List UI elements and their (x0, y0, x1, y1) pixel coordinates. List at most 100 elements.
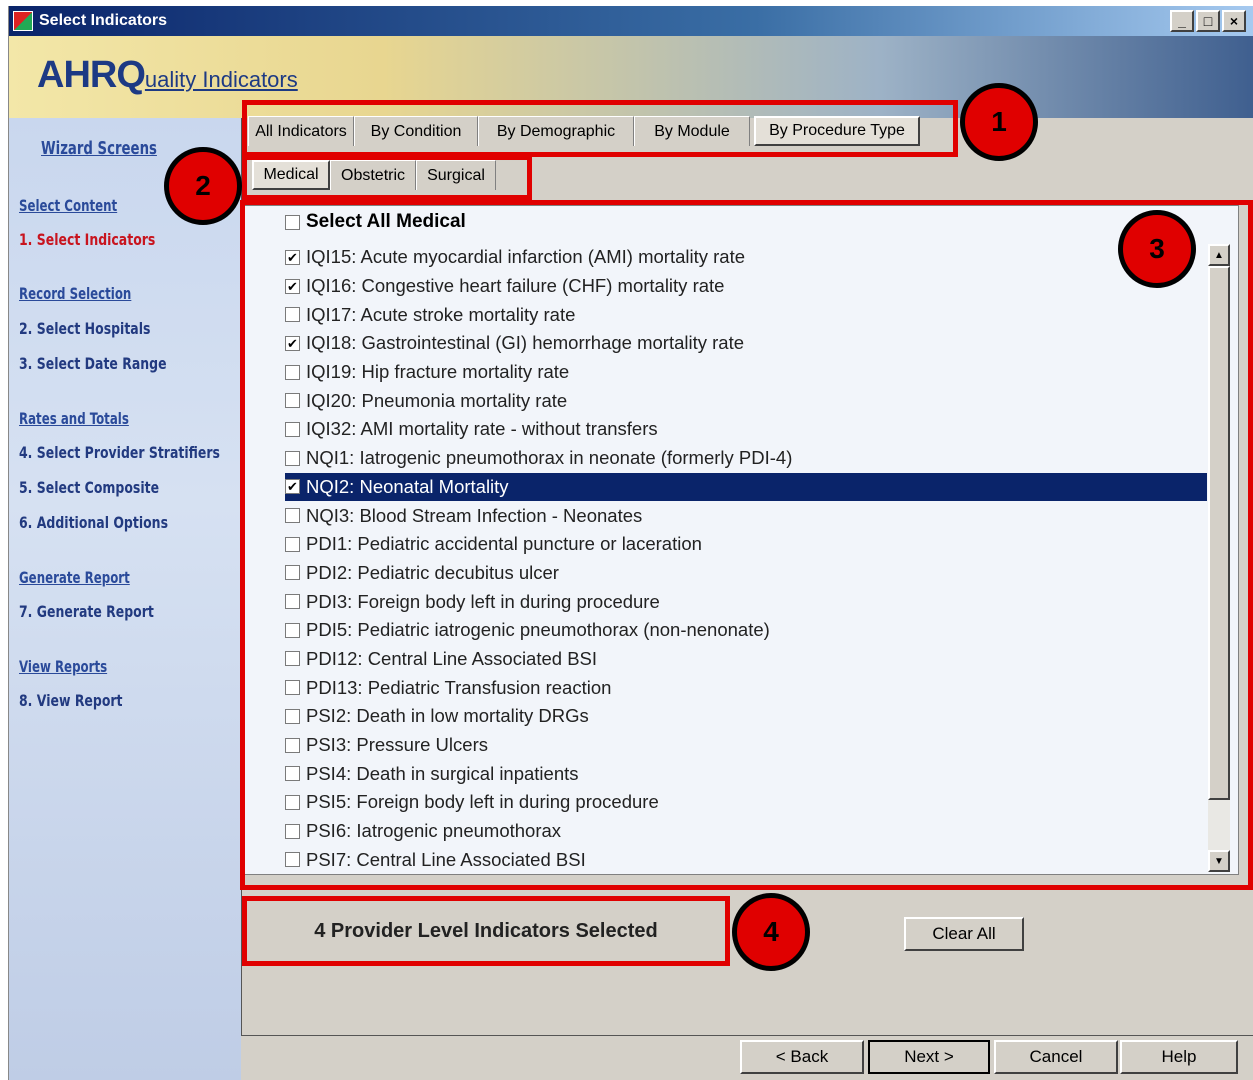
nav-select-indicators[interactable]: 1. Select Indicators (19, 230, 155, 249)
nav-additional-options[interactable]: 6. Additional Options (19, 513, 168, 532)
tab-by-demographic[interactable]: By Demographic (478, 116, 634, 146)
indicator-checkbox[interactable]: ✔ (285, 278, 300, 294)
indicator-row[interactable]: PDI13: Pediatric Transfusion reaction (285, 673, 1207, 702)
tab-by-procedure-type[interactable]: By Procedure Type (754, 116, 920, 146)
next-button[interactable]: Next > (868, 1040, 990, 1074)
title-bar: Select Indicators _ □ × (9, 6, 1253, 36)
indicator-checkbox[interactable] (285, 508, 300, 524)
generate-report-link[interactable]: Generate Report (19, 568, 130, 587)
indicator-checkbox[interactable] (285, 450, 300, 466)
indicator-label: PDI13: Pediatric Transfusion reaction (306, 676, 612, 698)
indicator-checkbox[interactable] (285, 766, 300, 782)
indicator-label: IQI17: Acute stroke mortality rate (306, 303, 576, 325)
indicator-row[interactable]: IQI17: Acute stroke mortality rate (285, 300, 1207, 329)
nav-select-date-range[interactable]: 3. Select Date Range (19, 354, 167, 373)
indicator-row[interactable]: PSI3: Pressure Ulcers (285, 731, 1207, 760)
indicator-row[interactable]: ✔ IQI18: Gastrointestinal (GI) hemorrhage… (285, 329, 1207, 358)
indicator-row[interactable]: ✔ IQI16: Congestive heart failure (CHF) m… (285, 272, 1207, 301)
indicator-checkbox[interactable] (285, 651, 300, 667)
scroll-thumb[interactable] (1208, 266, 1230, 800)
indicator-row[interactable]: PDI1: Pediatric accidental puncture or l… (285, 530, 1207, 559)
indicator-row[interactable]: ✔ IQI15: Acute myocardial infarction (AMI… (285, 243, 1207, 272)
select-content-link[interactable]: Select Content (19, 196, 117, 215)
indicator-checkbox[interactable] (285, 823, 300, 839)
indicator-row[interactable]: PSI4: Death in surgical inpatients (285, 759, 1207, 788)
record-selection-link[interactable]: Record Selection (19, 284, 131, 303)
nav-select-hospitals[interactable]: 2. Select Hospitals (19, 319, 150, 338)
indicator-row[interactable]: PDI2: Pediatric decubitus ulcer (285, 559, 1207, 588)
select-all-label: Select All Medical (306, 211, 466, 232)
indicator-label: NQI1: Iatrogenic pneumothorax in neonate… (306, 447, 793, 469)
indicator-checkbox[interactable] (285, 708, 300, 724)
indicator-checkbox[interactable] (285, 852, 300, 868)
indicator-checkbox[interactable]: ✔ (285, 335, 300, 351)
indicator-label: NQI2: Neonatal Mortality (306, 475, 509, 497)
indicator-checkbox[interactable]: ✔ (285, 479, 300, 495)
indicator-row[interactable]: IQI32: AMI mortality rate - without tran… (285, 415, 1207, 444)
indicator-label: PSI7: Central Line Associated BSI (306, 848, 586, 870)
indicator-checkbox[interactable] (285, 393, 300, 409)
scroll-down-button[interactable]: ▼ (1208, 850, 1230, 872)
nav-select-composite[interactable]: 5. Select Composite (19, 478, 159, 497)
tab-all-indicators[interactable]: All Indicators (248, 116, 354, 146)
indicator-row[interactable]: NQI1: Iatrogenic pneumothorax in neonate… (285, 444, 1207, 473)
indicator-row[interactable]: IQI19: Hip fracture mortality rate (285, 358, 1207, 387)
indicator-row[interactable]: PDI3: Foreign body left in during proced… (285, 587, 1207, 616)
minimize-button[interactable]: _ (1170, 10, 1194, 32)
indicator-row[interactable]: PSI5: Foreign body left in during proced… (285, 788, 1207, 817)
help-button[interactable]: Help (1120, 1040, 1238, 1074)
close-button[interactable]: × (1222, 10, 1246, 32)
indicator-row[interactable]: PSI2: Death in low mortality DRGs (285, 702, 1207, 731)
indicator-items: ✔ IQI15: Acute myocardial infarction (AMI… (285, 243, 1207, 874)
nav-view-report[interactable]: 8. View Report (19, 691, 123, 710)
indicator-row[interactable]: PDI12: Central Line Associated BSI (285, 645, 1207, 674)
indicator-label: PSI4: Death in surgical inpatients (306, 762, 579, 784)
nav-select-provider-stratifiers[interactable]: 4. Select Provider Stratifiers (19, 443, 220, 462)
cancel-button[interactable]: Cancel (994, 1040, 1118, 1074)
scroll-up-button[interactable]: ▲ (1208, 244, 1230, 266)
tab-by-module[interactable]: By Module (634, 116, 750, 146)
indicator-checkbox[interactable] (285, 421, 300, 437)
tab-by-condition[interactable]: By Condition (354, 116, 478, 146)
indicator-label: PDI1: Pediatric accidental puncture or l… (306, 533, 702, 555)
view-reports-link[interactable]: View Reports (19, 657, 107, 676)
back-button[interactable]: < Back (740, 1040, 864, 1074)
indicator-label: IQI15: Acute myocardial infarction (AMI)… (306, 246, 746, 268)
indicator-checkbox[interactable] (285, 680, 300, 696)
indicator-label: IQI19: Hip fracture mortality rate (306, 361, 570, 383)
select-all-checkbox[interactable] (285, 214, 300, 230)
indicator-row[interactable]: IQI20: Pneumonia mortality rate (285, 386, 1207, 415)
callout-2: 2 (164, 147, 242, 225)
indicator-label: PDI12: Central Line Associated BSI (306, 647, 598, 669)
indicator-row[interactable]: PDI5: Pediatric iatrogenic pneumothorax … (285, 616, 1207, 645)
tab-medical[interactable]: Medical (252, 160, 330, 190)
tab-obstetric[interactable]: Obstetric (330, 160, 416, 190)
indicator-label: PDI2: Pediatric decubitus ulcer (306, 561, 559, 583)
indicator-checkbox[interactable] (285, 794, 300, 810)
indicator-checkbox[interactable] (285, 737, 300, 753)
select-all-medical[interactable]: Select All Medical (285, 211, 466, 233)
indicator-checkbox[interactable] (285, 536, 300, 552)
selected-count-status: 4 Provider Level Indicators Selected (314, 919, 658, 942)
indicator-checkbox[interactable] (285, 565, 300, 581)
clear-all-button[interactable]: Clear All (904, 917, 1024, 951)
indicator-checkbox[interactable] (285, 594, 300, 610)
tab-surgical[interactable]: Surgical (416, 160, 496, 190)
indicator-checkbox[interactable] (285, 364, 300, 380)
indicator-row[interactable]: ✔ NQI2: Neonatal Mortality (285, 472, 1207, 502)
primary-tabs: All Indicators By Condition By Demograph… (248, 116, 920, 146)
app-icon (13, 11, 33, 31)
window-controls: _ □ × (1170, 10, 1246, 32)
rates-and-totals-link[interactable]: Rates and Totals (19, 409, 129, 428)
wizard-screens-link[interactable]: Wizard Screens (41, 138, 157, 159)
indicator-checkbox[interactable]: ✔ (285, 249, 300, 265)
indicator-checkbox[interactable] (285, 622, 300, 638)
indicator-row[interactable]: PSI7: Central Line Associated BSI (285, 845, 1207, 874)
maximize-button[interactable]: □ (1196, 10, 1220, 32)
nav-generate-report[interactable]: 7. Generate Report (19, 602, 154, 621)
indicator-checkbox[interactable] (285, 307, 300, 323)
indicator-row[interactable]: PSI6: Iatrogenic pneumothorax (285, 817, 1207, 846)
indicator-label: PDI3: Foreign body left in during proced… (306, 590, 660, 612)
indicator-row[interactable]: NQI3: Blood Stream Infection - Neonates (285, 501, 1207, 530)
list-scrollbar[interactable]: ▲ ▼ (1208, 244, 1230, 872)
